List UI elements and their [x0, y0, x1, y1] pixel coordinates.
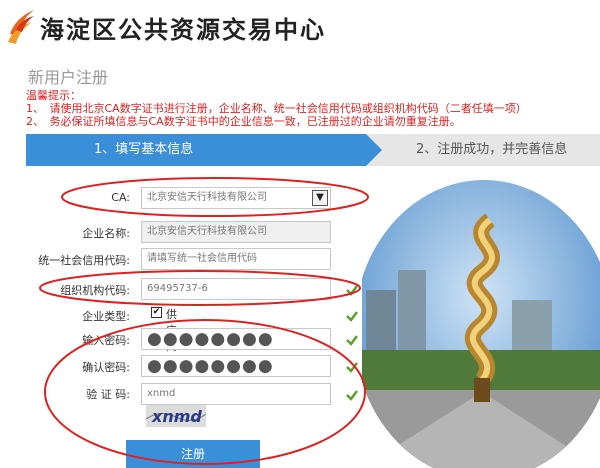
supplier-checkbox[interactable]: ✔ [151, 307, 162, 318]
password-input[interactable]: ●●●●●●●● [141, 328, 331, 350]
password-label: 输入密码: [82, 334, 130, 347]
tips: 温馨提示： 1、 请使用北京CA数字证书进行注册，企业名称、统一社会信用代码或组… [26, 89, 527, 128]
captcha-image[interactable]: xnmd [145, 405, 207, 427]
page-title: 新用户注册 [28, 68, 109, 87]
header: 海淀区公共资源交易中心 [0, 0, 600, 52]
company-type-label: 企业类型: [82, 310, 130, 323]
logo-icon [8, 10, 34, 44]
ca-select-value: 北京安信天行科技有限公司 [147, 192, 267, 203]
confirm-password-input[interactable]: ●●●●●●●● [141, 355, 331, 377]
site-title: 海淀区公共资源交易中心 [40, 16, 326, 44]
tip-2: 2、 务必保证所填信息与CA数字证书中的企业信息一致，已注册过的企业请勿重复注册… [26, 115, 461, 128]
captcha-text: xnmd [151, 407, 202, 426]
org-code-label: 组织机构代码: [60, 284, 130, 297]
credit-code-input[interactable]: 请填写统一社会信用代码 [141, 248, 331, 270]
captcha-label: 验 证 码: [86, 388, 130, 401]
step-2: 2、注册成功，并完善信息 [416, 142, 568, 157]
captcha-input[interactable]: xnmd [141, 383, 331, 405]
check-icon [346, 285, 358, 296]
ca-label: CA: [111, 191, 130, 204]
tips-heading: 温馨提示： [26, 89, 81, 102]
credit-code-label: 统一社会信用代码: [38, 254, 130, 267]
register-button[interactable]: 注册 [126, 440, 260, 468]
tip-1: 1、 请使用北京CA数字证书进行注册，企业名称、统一社会信用代码或组织机构代码（… [26, 102, 527, 115]
chevron-down-icon[interactable]: ▼ [312, 190, 328, 206]
company-name-label: 企业名称: [82, 227, 130, 240]
confirm-password-label: 确认密码: [82, 361, 130, 374]
check-icon [346, 362, 358, 373]
sculpture-photo [362, 180, 600, 468]
org-code-input[interactable]: 69495737-6 [141, 278, 331, 300]
step-bar: 1、填写基本信息 2、注册成功，并完善信息 [26, 134, 600, 166]
check-icon [346, 390, 358, 401]
check-icon [346, 311, 358, 322]
company-name-field: 北京安信天行科技有限公司 [141, 221, 331, 243]
step-1-arrow [366, 134, 382, 166]
step-1: 1、填写基本信息 [26, 134, 366, 166]
check-icon [346, 335, 358, 346]
ca-select[interactable]: 北京安信天行科技有限公司 ▼ [141, 187, 331, 209]
